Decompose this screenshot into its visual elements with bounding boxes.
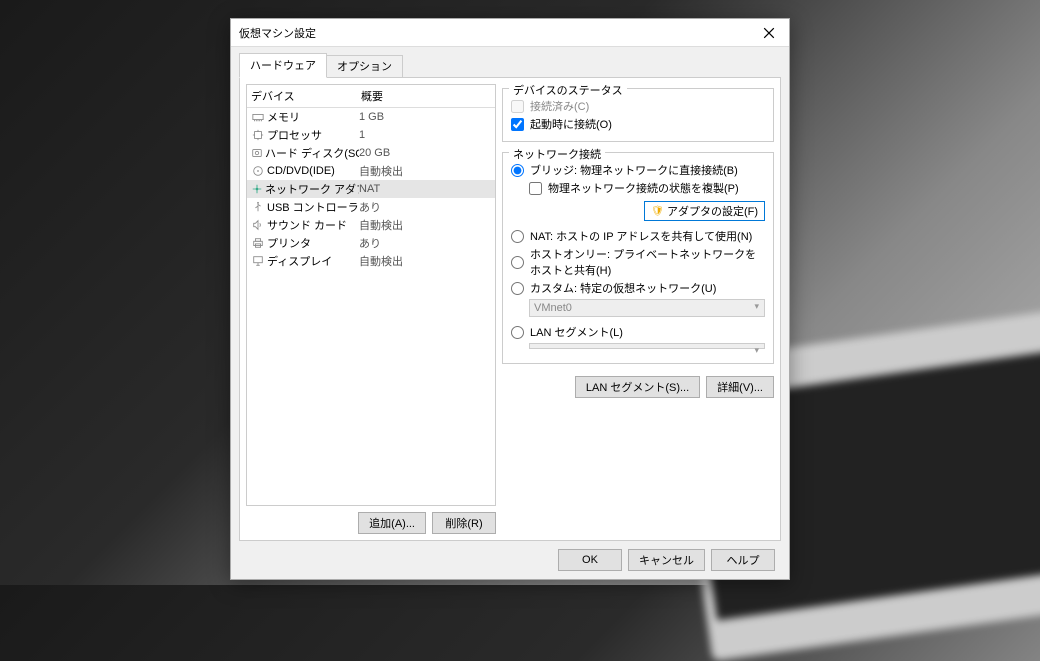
device-status-group: デバイスのステータス 接続済み(C) 起動時に接続(O) (502, 88, 774, 142)
device-name: ハード ディスク(SCSI) (265, 145, 359, 161)
device-row[interactable]: サウンド カード自動検出 (247, 216, 495, 234)
device-name: プリンタ (267, 235, 311, 251)
add-hardware-button[interactable]: 追加(A)... (358, 512, 426, 534)
device-name: メモリ (267, 109, 300, 125)
hardware-left-column: デバイス 概要 メモリ1 GBプロセッサ1ハード ディスク(SCSI)20 GB… (246, 84, 496, 534)
device-row[interactable]: プロセッサ 1 (247, 126, 495, 144)
device-summary: 自動検出 (359, 253, 491, 269)
tab-strip: ハードウェア オプション (239, 53, 781, 78)
shield-icon: 🛡 (651, 206, 664, 217)
adapter-settings-label: アダプタの設定(F) (667, 203, 758, 219)
device-name: CD/DVD(IDE) (267, 165, 335, 177)
hostonly-label: ホストオンリー: プライベートネットワークをホストと共有(H) (530, 246, 765, 278)
header-summary: 概要 (361, 88, 491, 104)
network-connection-group: ネットワーク接続 ブリッジ: 物理ネットワークに直接接続(B) 物理ネットワーク… (502, 152, 774, 364)
device-row[interactable]: プリンタ あり (247, 234, 495, 252)
hostonly-radio-row[interactable]: ホストオンリー: プライベートネットワークをホストと共有(H) (511, 245, 765, 279)
lan-segment-dropdown (529, 343, 765, 349)
hardware-right-column: デバイスのステータス 接続済み(C) 起動時に接続(O) ネットワーク接続 ブリ… (502, 84, 774, 534)
lan-segments-button[interactable]: LAN セグメント(S)... (575, 376, 700, 398)
lan-segment-radio[interactable] (511, 326, 524, 339)
connect-at-poweron-row[interactable]: 起動時に接続(O) (511, 115, 765, 133)
nat-radio[interactable] (511, 230, 524, 243)
display-icon (251, 254, 265, 268)
device-name: プロセッサ (267, 127, 322, 143)
nat-label: NAT: ホストの IP アドレスを共有して使用(N) (530, 228, 752, 244)
device-row[interactable]: メモリ 1 GB (247, 108, 495, 126)
nat-radio-row[interactable]: NAT: ホストの IP アドレスを共有して使用(N) (511, 227, 765, 245)
close-icon (763, 27, 775, 39)
device-row[interactable]: CD/DVD(IDE) 自動検出 (247, 162, 495, 180)
printer-icon (251, 236, 265, 250)
tab-content: デバイス 概要 メモリ1 GBプロセッサ1ハード ディスク(SCSI)20 GB… (239, 77, 781, 541)
cpu-icon (251, 128, 265, 142)
header-device: デバイス (251, 88, 361, 104)
connected-checkbox (511, 100, 524, 113)
network-connection-title: ネットワーク接続 (509, 146, 605, 162)
connected-label: 接続済み(C) (530, 98, 589, 114)
titlebar: 仮想マシン設定 (231, 19, 789, 47)
connect-at-poweron-label: 起動時に接続(O) (530, 116, 612, 132)
custom-radio-row[interactable]: カスタム: 特定の仮想ネットワーク(U) (511, 279, 765, 297)
device-summary: あり (359, 235, 491, 251)
connect-at-poweron-checkbox[interactable] (511, 118, 524, 131)
device-row[interactable]: ネットワーク アダプタNAT (247, 180, 495, 198)
device-status-title: デバイスのステータス (509, 82, 627, 98)
lan-segment-value (529, 343, 765, 349)
tab-options[interactable]: オプション (327, 55, 403, 78)
device-name: USB コントローラ (267, 199, 359, 215)
device-summary: 1 GB (359, 111, 491, 123)
hdd-icon (251, 146, 263, 160)
device-summary: 自動検出 (359, 163, 491, 179)
close-button[interactable] (749, 19, 789, 47)
replicate-state-row[interactable]: 物理ネットワーク接続の状態を複製(P) (529, 179, 765, 197)
device-summary: 20 GB (359, 147, 491, 159)
device-name: サウンド カード (267, 217, 347, 233)
nic-icon (251, 182, 263, 196)
tab-hardware[interactable]: ハードウェア (239, 53, 327, 78)
replicate-state-label: 物理ネットワーク接続の状態を複製(P) (548, 180, 739, 196)
device-row[interactable]: ディスプレイ 自動検出 (247, 252, 495, 270)
custom-network-value: VMnet0 (529, 299, 765, 317)
bridged-radio-row[interactable]: ブリッジ: 物理ネットワークに直接接続(B) (511, 161, 765, 179)
device-row[interactable]: USB コントローラあり (247, 198, 495, 216)
network-extra-buttons: LAN セグメント(S)... 詳細(V)... (502, 376, 774, 398)
usb-icon (251, 200, 265, 214)
dialog-footer: OK キャンセル ヘルプ (239, 541, 781, 571)
device-summary: 1 (359, 129, 491, 141)
device-list[interactable]: デバイス 概要 メモリ1 GBプロセッサ1ハード ディスク(SCSI)20 GB… (246, 84, 496, 506)
help-button[interactable]: ヘルプ (711, 549, 775, 571)
vm-settings-dialog: 仮想マシン設定 ハードウェア オプション デバイス 概要 メモリ 1 GB プロセッ… (230, 18, 790, 580)
custom-label: カスタム: 特定の仮想ネットワーク(U) (530, 280, 716, 296)
lan-segment-label: LAN セグメント(L) (530, 324, 623, 340)
device-name: ネットワーク アダプタ (265, 181, 359, 197)
connected-checkbox-row: 接続済み(C) (511, 97, 765, 115)
advanced-button[interactable]: 詳細(V)... (706, 376, 774, 398)
hardware-buttons: 追加(A)... 削除(R) (246, 512, 496, 534)
device-summary: NAT (359, 183, 491, 195)
device-list-header: デバイス 概要 (247, 85, 495, 108)
bridged-radio[interactable] (511, 164, 524, 177)
device-name: ディスプレイ (267, 253, 332, 269)
lan-segment-radio-row[interactable]: LAN セグメント(L) (511, 323, 765, 341)
remove-hardware-button[interactable]: 削除(R) (432, 512, 496, 534)
memory-icon (251, 110, 265, 124)
device-summary: あり (359, 199, 491, 215)
cancel-button[interactable]: キャンセル (628, 549, 705, 571)
dialog-title: 仮想マシン設定 (239, 25, 316, 41)
hostonly-radio[interactable] (511, 256, 524, 269)
sound-icon (251, 218, 265, 232)
custom-radio[interactable] (511, 282, 524, 295)
replicate-state-checkbox[interactable] (529, 182, 542, 195)
ok-button[interactable]: OK (558, 549, 622, 571)
device-row[interactable]: ハード ディスク(SCSI)20 GB (247, 144, 495, 162)
custom-network-dropdown: VMnet0 (529, 299, 765, 317)
adapter-settings-button[interactable]: 🛡 アダプタの設定(F) (644, 201, 765, 221)
device-summary: 自動検出 (359, 217, 491, 233)
bridged-label: ブリッジ: 物理ネットワークに直接接続(B) (530, 162, 738, 178)
cd-icon (251, 164, 265, 178)
